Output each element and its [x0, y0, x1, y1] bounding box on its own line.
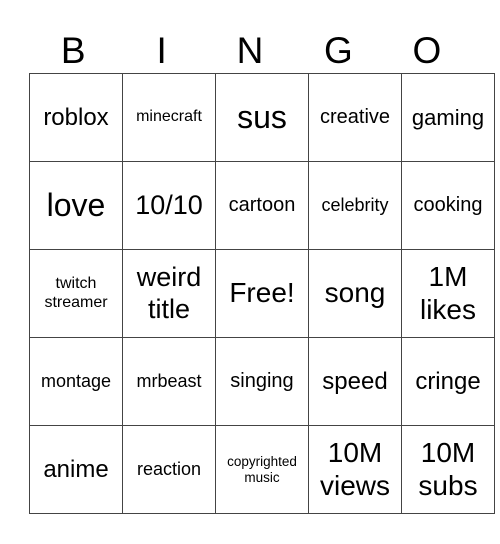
bingo-cell[interactable]: montage — [29, 337, 123, 426]
bingo-cell[interactable]: 1M likes — [401, 249, 495, 338]
bingo-cell[interactable]: cooking — [401, 161, 495, 250]
bingo-cell[interactable]: twitch streamer — [29, 249, 123, 338]
bingo-cell[interactable]: love — [29, 161, 123, 250]
bingo-cell[interactable]: weird title — [122, 249, 216, 338]
bingo-cell[interactable]: singing — [215, 337, 309, 426]
bingo-cell[interactable]: minecraft — [122, 73, 216, 162]
bingo-cell[interactable]: 10/10 — [122, 161, 216, 250]
header-letter-o: O — [412, 30, 442, 71]
header-letter-g: G — [324, 30, 353, 71]
bingo-cell[interactable]: speed — [308, 337, 402, 426]
bingo-cell[interactable]: roblox — [29, 73, 123, 162]
bingo-cell[interactable]: creative — [308, 73, 402, 162]
grid-row: love 10/10 cartoon celebrity cooking — [29, 161, 495, 250]
grid-row: twitch streamer weird title Free! song 1… — [29, 249, 495, 338]
header-letter-b: B — [60, 30, 86, 71]
bingo-cell[interactable]: celebrity — [308, 161, 402, 250]
bingo-cell[interactable]: 10M subs — [401, 425, 495, 514]
header-letter-i: I — [156, 30, 167, 71]
bingo-cell[interactable]: mrbeast — [122, 337, 216, 426]
bingo-cell[interactable]: song — [308, 249, 402, 338]
bingo-cell[interactable]: 10M views — [308, 425, 402, 514]
bingo-cell[interactable]: cartoon — [215, 161, 309, 250]
bingo-cell[interactable]: reaction — [122, 425, 216, 514]
header-letter-n: N — [236, 30, 264, 71]
bingo-cell[interactable]: copyrighted music — [215, 425, 309, 514]
bingo-grid: roblox minecraft sus creative gaming lov… — [29, 73, 495, 514]
grid-row: montage mrbeast singing speed cringe — [29, 337, 495, 426]
bingo-cell[interactable]: cringe — [401, 337, 495, 426]
bingo-cell[interactable]: anime — [29, 425, 123, 514]
free-space-cell[interactable]: Free! — [215, 249, 309, 338]
grid-row: anime reaction copyrighted music 10M vie… — [29, 425, 495, 514]
grid-row: roblox minecraft sus creative gaming — [29, 73, 495, 162]
bingo-cell[interactable]: sus — [215, 73, 309, 162]
bingo-cell[interactable]: gaming — [401, 73, 495, 162]
bingo-header: B I N G O — [29, 28, 471, 73]
